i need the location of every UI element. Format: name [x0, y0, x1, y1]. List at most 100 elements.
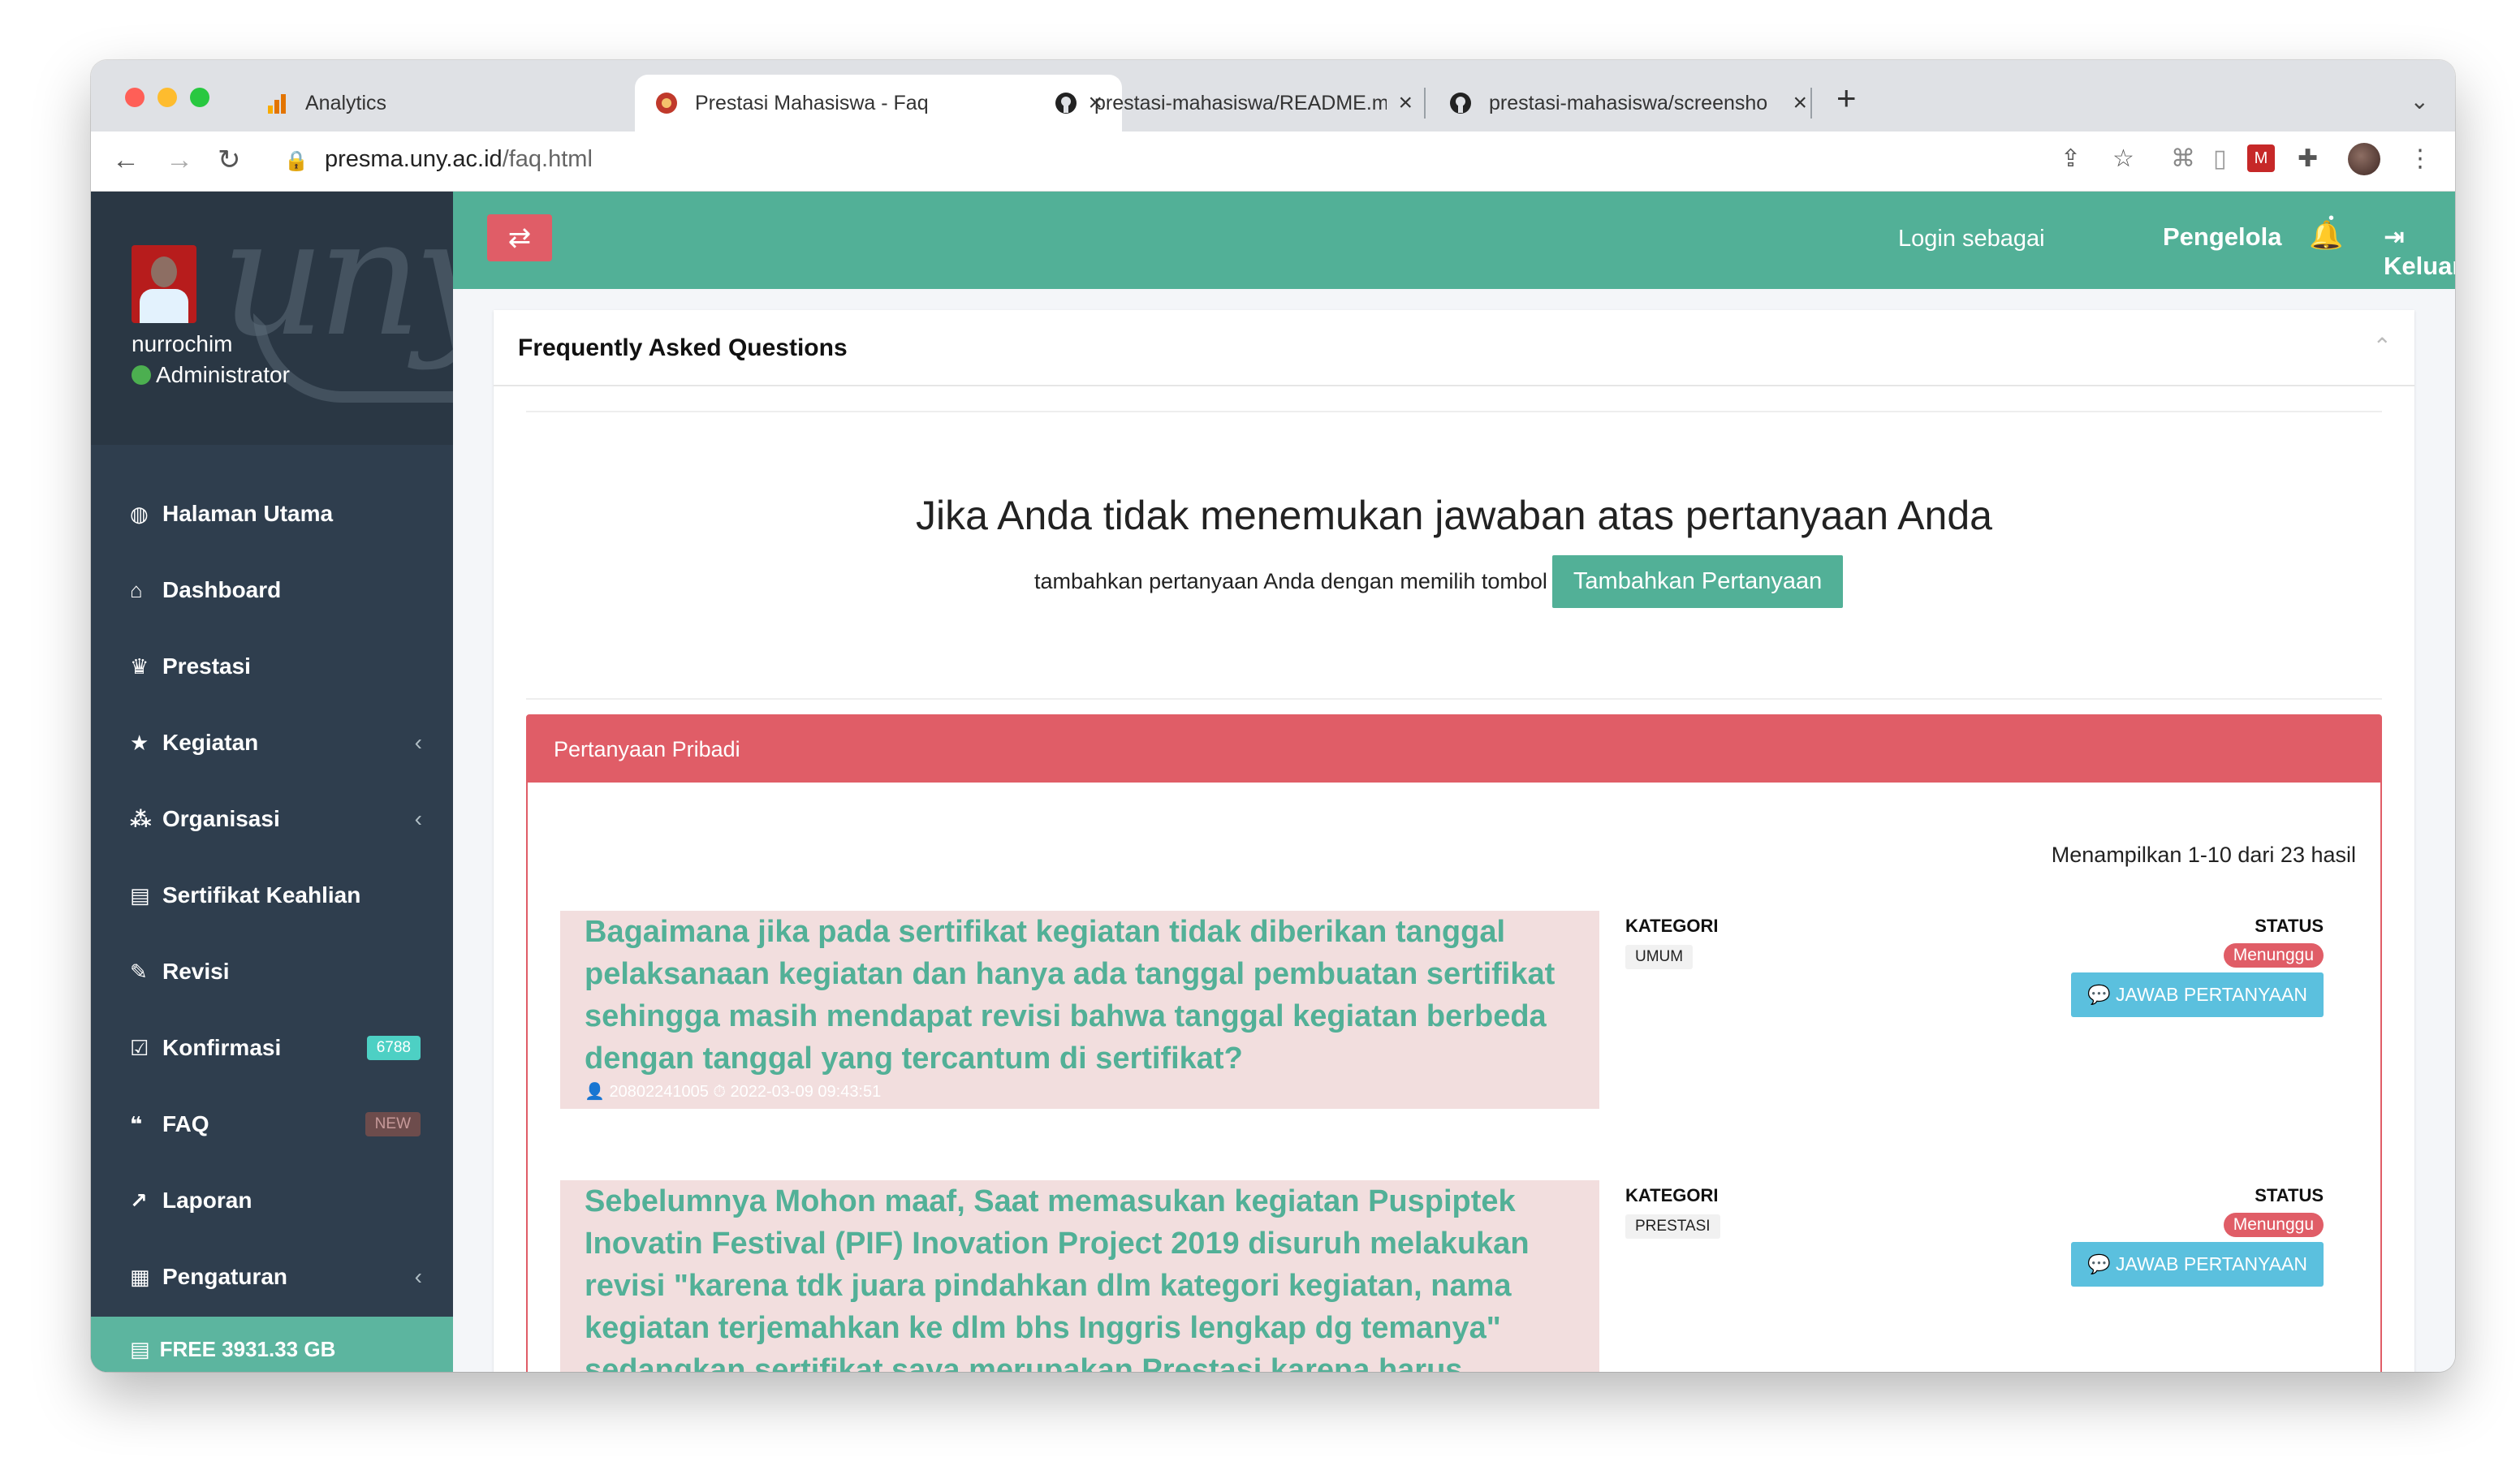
status-badge: Menunggu [2223, 1213, 2324, 1237]
sidebar-item-prestasi[interactable]: ♛ Prestasi [91, 628, 453, 705]
user-name: nurrochim [132, 331, 233, 356]
sidebar-item-faq[interactable]: ❝ FAQ NEW [91, 1086, 453, 1162]
cta-heading: Jika Anda tidak menemukan jawaban atas p… [916, 493, 1992, 538]
settings-icon: ▦ [130, 1264, 150, 1289]
answer-question-button[interactable]: 💬 JAWAB PERTANYAAN [2070, 972, 2324, 1017]
sidebar-item-label: Pengaturan [162, 1264, 288, 1289]
storage-free-indicator: ▤ FREE 3931.33 GB [91, 1317, 453, 1372]
sidebar-user-panel: uny nurrochim Administrator [91, 192, 453, 445]
check-square-icon: ☑ [130, 1035, 149, 1060]
sidebar-item-konfirmasi[interactable]: ☑ Konfirmasi 6788 [91, 1010, 453, 1086]
browser-window: Analytics × Prestasi Mahasiswa - Faq × p… [91, 60, 2455, 1372]
browser-toolbar: ← → ↻ 🔒 presma.uny.ac.id/faq.html ⇪ ☆ ⌘ … [91, 132, 2455, 192]
puzzle-extensions-icon[interactable]: ✚ [2298, 144, 2318, 173]
user-role-dropdown[interactable]: Pengelola [2163, 222, 2281, 252]
hard-drive-icon: ▤ [130, 1336, 150, 1361]
sign-out-icon: ⇥ [2384, 222, 2405, 251]
status-label: STATUS [2255, 1185, 2324, 1205]
sidebar-item-label: Revisi [162, 959, 230, 984]
tab-title: prestasi-mahasiswa/README.m [1094, 91, 1387, 114]
private-questions-panel: Pertanyaan Pribadi Menampilkan 1-10 dari… [526, 714, 2382, 1372]
panel-header: Pertanyaan Pribadi [528, 716, 2380, 783]
tab-github-readme[interactable]: prestasi-mahasiswa/README.m × [1034, 75, 1432, 132]
tab-github-screenshot[interactable]: prestasi-mahasiswa/screensho × [1429, 75, 1827, 132]
answer-question-button[interactable]: 💬 JAWAB PERTANYAAN [2070, 1242, 2324, 1287]
add-question-button[interactable]: Tambahkan Pertanyaan [1551, 555, 1844, 608]
maximize-window-button[interactable] [190, 88, 209, 107]
bell-icon[interactable]: 🔔 [2309, 219, 2343, 252]
github-icon [1448, 91, 1473, 115]
chevron-left-icon: ‹ [414, 1264, 422, 1289]
sidebar-item-organisasi[interactable]: ⁂ Organisasi ‹ [91, 781, 453, 857]
profile-avatar[interactable] [2348, 143, 2380, 175]
new-tab-button[interactable]: + [1836, 81, 1857, 115]
sidebar-item-revisi[interactable]: ✎ Revisi [91, 934, 453, 1010]
back-arrow-icon[interactable]: ← [112, 146, 140, 174]
sidebar: uny nurrochim Administrator ◍ Halaman Ut… [91, 192, 453, 1372]
tab-title: prestasi-mahasiswa/screensho [1489, 91, 1768, 114]
sidebar-item-halaman-utama[interactable]: ◍ Halaman Utama [91, 476, 453, 552]
panel-title: Pertanyaan Pribadi [554, 737, 740, 761]
extension-icon[interactable]: ⌘ [2171, 144, 2195, 173]
comments-icon: ❝ [130, 1111, 143, 1136]
share-icon[interactable]: ⇪ [2060, 144, 2081, 173]
login-as-label: Login sebagai [1898, 226, 2045, 252]
reload-icon[interactable]: ↻ [218, 146, 241, 174]
user-role-label: Administrator [156, 362, 290, 387]
category-label: KATEGORI [1625, 1185, 1719, 1205]
category-badge: PRESTASI [1625, 1214, 1720, 1239]
sidebar-item-label: Organisasi [162, 806, 280, 831]
sidebar-item-label: Halaman Utama [162, 501, 334, 526]
sidebar-item-laporan[interactable]: ↗ Laporan [91, 1162, 453, 1239]
lock-icon: 🔒 [284, 150, 309, 172]
sidebar-item-kegiatan[interactable]: ★ Kegiatan ‹ [91, 705, 453, 781]
sitemap-icon: ⁂ [130, 806, 152, 831]
online-status-icon [132, 365, 151, 385]
bookmark-star-icon[interactable]: ☆ [2112, 144, 2134, 173]
sidebar-item-label: FAQ [162, 1111, 209, 1136]
sidebar-item-pengaturan[interactable]: ▦ Pengaturan ‹ [91, 1239, 453, 1315]
faq-card: Frequently Asked Questions ⌃ Jika Anda t… [494, 310, 2414, 1372]
logout-button[interactable]: ⇥ Keluar [2384, 222, 2455, 281]
trophy-icon: ♛ [130, 653, 149, 679]
minimize-window-button[interactable] [158, 88, 177, 107]
chevron-up-icon[interactable]: ⌃ [2373, 333, 2392, 360]
line-chart-icon: ↗ [130, 1188, 148, 1213]
notification-dot-icon: • [2328, 209, 2335, 227]
sidebar-item-label: Prestasi [162, 653, 251, 679]
divider [526, 411, 2382, 412]
uny-favicon-icon [654, 91, 679, 115]
close-icon[interactable]: × [1398, 89, 1413, 117]
cta-line: tambahkan pertanyaan Anda dengan memilih… [1034, 555, 1844, 608]
question-text[interactable]: Sebelumnya Mohon maaf, Saat memasukan ke… [585, 1180, 1575, 1372]
storage-free-label: FREE 3931.33 GB [159, 1336, 336, 1361]
question-item[interactable]: Bagaimana jika pada sertifikat kegiatan … [560, 911, 1599, 1109]
sidebar-item-dashboard[interactable]: ⌂ Dashboard [91, 552, 453, 628]
github-icon [1054, 91, 1078, 115]
top-navbar: ⇄ Login sebagai Pengelola 🔔 • ⇥ Keluar [453, 192, 2455, 289]
address-bar[interactable]: presma.uny.ac.id/faq.html [325, 146, 593, 173]
close-icon[interactable]: × [1793, 89, 1807, 117]
status-label: STATUS [2255, 916, 2324, 936]
phone-extension-icon[interactable]: ▯ [2213, 144, 2227, 173]
question-item[interactable]: Sebelumnya Mohon maaf, Saat memasukan ke… [560, 1180, 1599, 1372]
question-text[interactable]: Bagaimana jika pada sertifikat kegiatan … [585, 911, 1575, 1080]
red-extension-icon[interactable]: M [2247, 144, 2275, 172]
user-avatar[interactable] [132, 245, 196, 323]
browser-menu-icon[interactable]: ⋮ [2408, 144, 2432, 173]
user-role: Administrator [132, 362, 290, 388]
page-content: uny nurrochim Administrator ◍ Halaman Ut… [91, 192, 2455, 1372]
sidebar-item-sertifikat-keahlian[interactable]: ▤ Sertifikat Keahlian [91, 857, 453, 934]
star-icon: ★ [130, 730, 149, 755]
sidebar-toggle-button[interactable]: ⇄ [487, 214, 552, 261]
close-window-button[interactable] [125, 88, 145, 107]
tab-search-chevron-icon[interactable]: ⌄ [2410, 88, 2429, 114]
home-icon: ⌂ [130, 577, 143, 602]
url-host: presma.uny.ac.id [325, 146, 503, 172]
card-header: Frequently Asked Questions ⌃ [494, 310, 2414, 386]
tab-title: Analytics [305, 91, 387, 114]
uny-logo-swoosh [253, 313, 453, 403]
tab-strip: Analytics × Prestasi Mahasiswa - Faq × p… [91, 60, 2455, 132]
url-path: /faq.html [502, 146, 593, 172]
forward-arrow-icon[interactable]: → [166, 146, 193, 174]
